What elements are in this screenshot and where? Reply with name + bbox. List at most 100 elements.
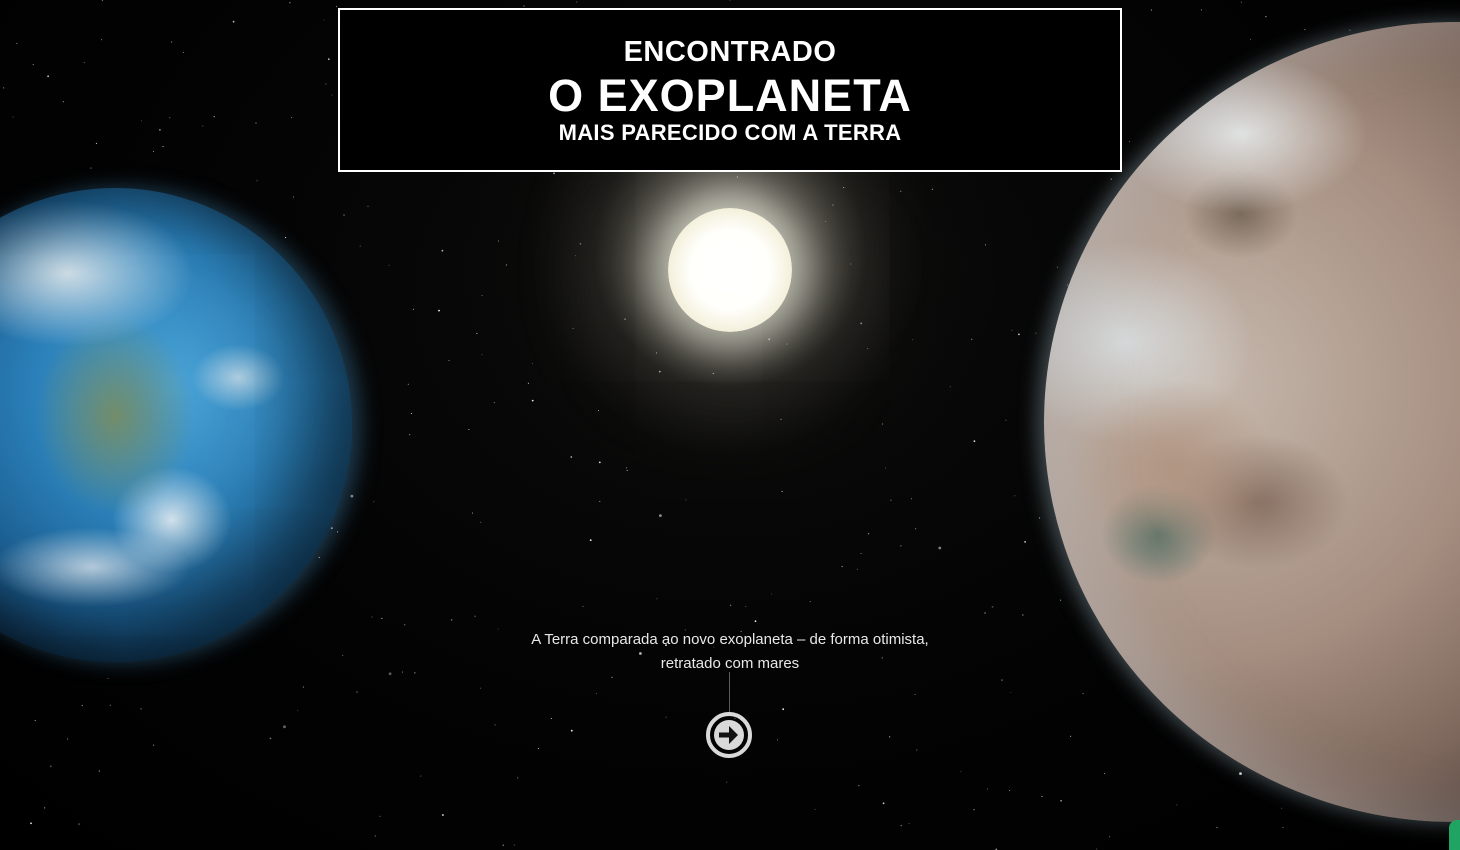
- caption-connector-line: [729, 672, 730, 712]
- star: [327, 58, 330, 61]
- star: [1060, 799, 1062, 802]
- star: [371, 616, 373, 618]
- star: [50, 765, 52, 767]
- star: [1249, 39, 1252, 41]
- star: [882, 802, 885, 805]
- star: [1216, 827, 1218, 829]
- star: [381, 617, 383, 619]
- star: [62, 101, 64, 103]
- star: [283, 725, 286, 729]
- star: [140, 708, 143, 710]
- star: [659, 514, 662, 517]
- star: [337, 531, 339, 533]
- star: [323, 19, 325, 21]
- star: [1281, 807, 1283, 809]
- star: [16, 42, 18, 45]
- star: [582, 605, 584, 608]
- star: [78, 823, 80, 825]
- star: [730, 604, 732, 606]
- star: [83, 62, 85, 64]
- star: [388, 672, 392, 676]
- star: [356, 691, 358, 693]
- star: [414, 672, 416, 674]
- star: [47, 75, 49, 78]
- star: [494, 724, 496, 726]
- star: [140, 120, 142, 122]
- star: [656, 598, 658, 600]
- star: [502, 844, 504, 846]
- floating-widget-tab[interactable]: [1449, 820, 1460, 850]
- star: [1096, 848, 1098, 850]
- star: [90, 167, 92, 169]
- star: [1082, 693, 1084, 695]
- star: [1110, 178, 1112, 180]
- star: [3, 87, 5, 89]
- star: [285, 237, 287, 239]
- star: [34, 720, 36, 722]
- star: [302, 686, 304, 688]
- headline-title: O EXOPLANETA: [548, 70, 912, 121]
- star: [599, 500, 601, 502]
- star: [1128, 141, 1131, 143]
- star: [451, 619, 453, 621]
- star: [232, 20, 235, 23]
- caption-line-2: retratado com mares: [660, 655, 800, 672]
- star: [374, 835, 376, 837]
- star: [595, 692, 598, 695]
- star: [412, 308, 415, 310]
- star: [1240, 1, 1242, 3]
- headline-kicker: ENCONTRADO: [623, 36, 837, 68]
- star: [754, 620, 757, 623]
- star: [914, 693, 916, 695]
- star: [471, 512, 474, 514]
- star: [1021, 614, 1024, 616]
- star: [1041, 795, 1043, 798]
- star: [986, 788, 988, 790]
- star: [350, 494, 354, 498]
- star: [343, 214, 345, 216]
- star: [1109, 836, 1111, 838]
- star: [292, 196, 294, 198]
- star: [336, 6, 338, 8]
- image-caption: A Terra comparada ao novo exoplaneta – d…: [470, 628, 990, 676]
- star: [442, 814, 444, 816]
- star: [776, 739, 779, 741]
- star: [95, 142, 97, 144]
- star: [373, 501, 375, 503]
- star: [984, 612, 986, 614]
- star: [67, 738, 69, 740]
- star: [474, 615, 476, 617]
- star: [107, 677, 109, 680]
- next-slide-button[interactable]: [705, 711, 753, 759]
- star: [868, 533, 870, 535]
- star: [269, 737, 272, 740]
- star: [916, 749, 918, 751]
- star: [1070, 735, 1072, 737]
- star: [513, 844, 515, 846]
- star: [109, 704, 111, 706]
- star: [331, 94, 333, 96]
- star: [991, 606, 994, 608]
- star: [202, 125, 204, 127]
- star: [480, 521, 482, 523]
- star: [589, 539, 592, 542]
- headline-subtitle: MAIS PARECIDO COM A TERRA: [558, 120, 902, 145]
- star: [1150, 9, 1152, 11]
- star: [1010, 691, 1012, 694]
- star: [367, 205, 369, 207]
- star: [611, 676, 613, 678]
- star: [325, 83, 327, 85]
- star: [809, 601, 811, 603]
- star: [342, 654, 344, 656]
- star: [860, 552, 862, 555]
- star: [32, 64, 34, 66]
- star: [30, 822, 32, 825]
- star: [537, 747, 539, 750]
- star: [726, 781, 728, 783]
- star: [289, 2, 291, 4]
- star: [908, 823, 910, 825]
- star: [1176, 804, 1178, 806]
- star: [570, 729, 573, 732]
- star: [182, 51, 184, 53]
- star: [1009, 790, 1011, 792]
